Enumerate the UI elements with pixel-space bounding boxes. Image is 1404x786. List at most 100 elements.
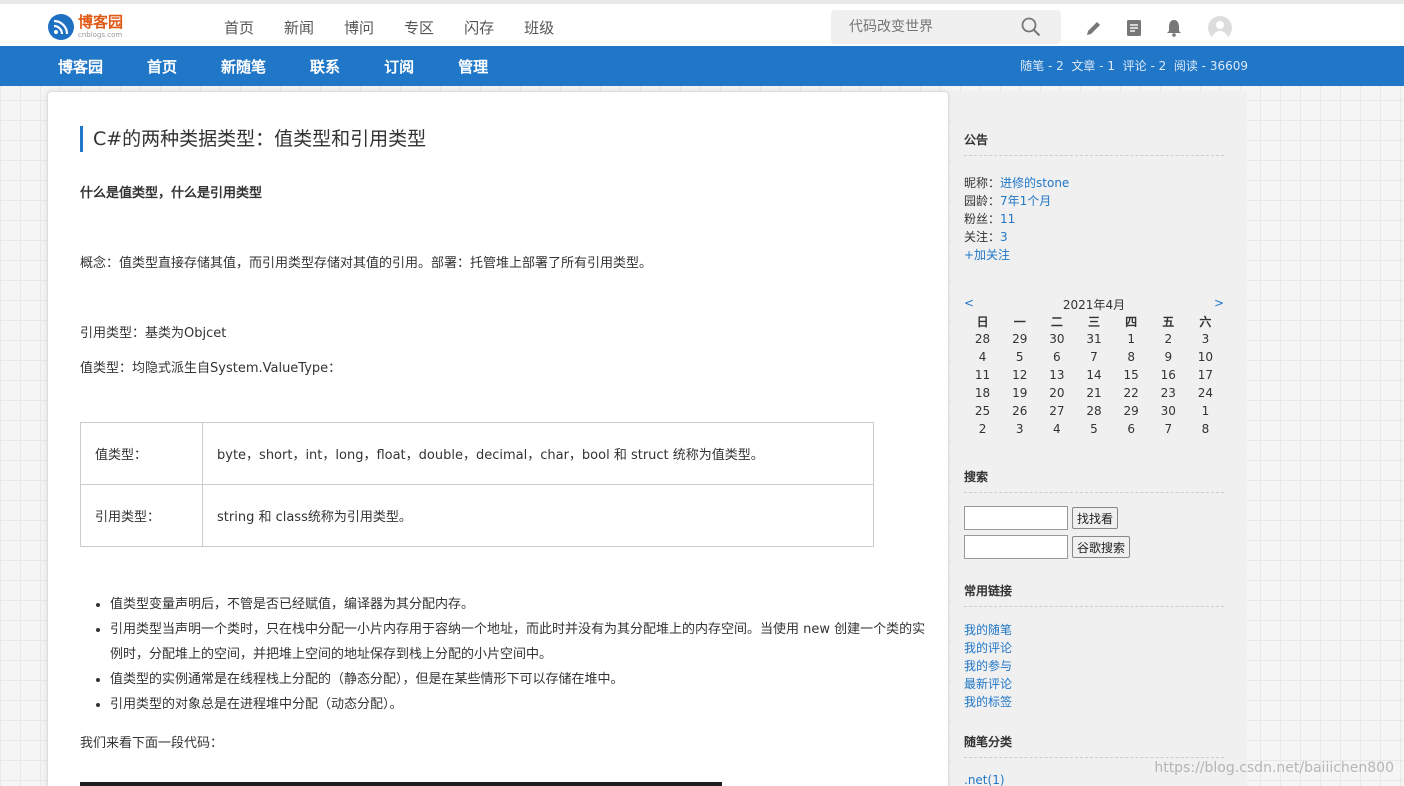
calendar-day: 9 xyxy=(1164,350,1173,364)
calendar-day: 7 xyxy=(1090,350,1098,364)
profile-age: 园龄：7年1个月 xyxy=(964,192,1051,210)
link-my-participation[interactable]: 我的参与 xyxy=(964,659,1012,673)
calendar-day: 28 xyxy=(974,332,991,346)
post-card: C#的两种类据类型：值类型和引用类型 什么是值类型，什么是引用类型 概念：值类型… xyxy=(47,91,949,786)
sidebar: 公告 昵称：进修的stone 园龄：7年1个月 粉丝：11 关注：3 +加关注 … xyxy=(951,91,1247,786)
calendar-day: 5 xyxy=(1090,422,1098,436)
blog-nav-new-post[interactable]: 新随笔 xyxy=(221,56,266,77)
list-item: 值类型的实例通常是在线程栈上分配的（静态分配），但是在某些情形下可以存储在堆中。 xyxy=(110,667,930,692)
avatar[interactable] xyxy=(1208,16,1232,40)
category-link[interactable]: .net(1) xyxy=(964,771,1005,786)
calendar-day: 30 xyxy=(1049,332,1065,346)
site-nav-home[interactable]: 首页 xyxy=(224,17,254,38)
google-search-button[interactable]: 谷歌搜索 xyxy=(1072,536,1131,558)
weekday: 五 xyxy=(1162,314,1175,329)
follow-link[interactable]: +加关注 xyxy=(964,246,1010,264)
calendar-day: 7 xyxy=(1164,422,1173,436)
profile-label: 粉丝： xyxy=(964,212,1001,226)
calendar-day: 2 xyxy=(978,422,987,436)
calendar-day: 17 xyxy=(1197,368,1214,382)
calendar-day: 14 xyxy=(1086,368,1102,382)
document-icon[interactable] xyxy=(1124,18,1144,38)
links-title: 常用链接 xyxy=(964,584,1013,598)
table-cell-label: 引用类型： xyxy=(80,484,203,547)
site-logo[interactable]: 博客园 cnblogs.com xyxy=(48,12,123,42)
watermark: https://blog.csdn.net/baiiichen800 xyxy=(1154,760,1394,776)
calendar-week: 11 12 13 14 15 16 17 xyxy=(964,366,1224,384)
post-concept: 概念：值类型直接存储其值，而引用类型存储对其值的引用。部署：托管堆上部署了所有引… xyxy=(80,256,653,271)
table-row: 值类型： byte，short，int，long，float，double，de… xyxy=(80,422,874,485)
calendar-next-button[interactable]: > xyxy=(1214,296,1224,312)
calendar-day: 13 xyxy=(1049,368,1065,382)
post-val-base: 值类型：均隐式派生自System.ValueType： xyxy=(80,361,342,376)
blog-nav-cnblogs[interactable]: 博客园 xyxy=(58,56,103,77)
table-row: 引用类型： string 和 class统称为引用类型。 xyxy=(80,484,874,547)
calendar-day: 11 xyxy=(974,368,991,382)
blog-nav-home[interactable]: 首页 xyxy=(147,56,177,77)
calendar-day: 6 xyxy=(1053,350,1061,364)
weekday: 二 xyxy=(1050,314,1063,329)
weekday: 三 xyxy=(1087,314,1100,329)
table-cell-value: string 和 class统称为引用类型。 xyxy=(202,484,874,547)
calendar-day: 22 xyxy=(1123,386,1139,400)
site-nav-ask[interactable]: 博问 xyxy=(344,17,374,38)
table-cell-label: 值类型： xyxy=(80,422,203,485)
calendar-days: 28 29 30 31 1 2 3 4 5 6 7 8 9 10 11 12 13 14 15 16 17 18 19 20 2… xyxy=(964,330,1224,438)
site-topbar: 博客园 cnblogs.com 首页 新闻 博问 专区 闪存 班级 xyxy=(0,0,1404,46)
logo-text: 博客园 xyxy=(78,13,124,31)
calendar-day: 20 xyxy=(1049,386,1065,400)
search-button[interactable]: 找找看 xyxy=(1072,507,1119,529)
calendar-day: 2 xyxy=(1164,332,1173,346)
calendar-week: 28 29 30 31 1 2 3 xyxy=(964,330,1224,348)
profile-age-link[interactable]: 7年1个月 xyxy=(1000,194,1051,208)
search-icon[interactable] xyxy=(1021,17,1041,41)
post-title[interactable]: C#的两种类据类型：值类型和引用类型 xyxy=(80,126,426,152)
calendar-day: 12 xyxy=(1012,368,1028,382)
weekday: 四 xyxy=(1125,314,1138,329)
list-item: 引用类型的对象总是在进程堆中分配（动态分配）。 xyxy=(110,692,930,717)
blog-nav-subscribe[interactable]: 订阅 xyxy=(384,56,414,77)
list-item: 值类型变量声明后，不管是否已经赋值，编译器为其分配内存。 xyxy=(110,592,930,617)
blog-search-input[interactable] xyxy=(964,506,1068,530)
profile-fans-link[interactable]: 11 xyxy=(1000,212,1015,226)
link-latest-comments[interactable]: 最新评论 xyxy=(964,677,1012,691)
calendar-day: 23 xyxy=(1160,386,1176,400)
weekday: 六 xyxy=(1199,314,1212,329)
site-nav-news[interactable]: 新闻 xyxy=(284,17,314,38)
link-my-tags[interactable]: 我的标签 xyxy=(964,695,1012,709)
calendar-day: 5 xyxy=(1015,350,1024,364)
calendar-week: 2 3 4 5 6 7 8 xyxy=(964,420,1224,438)
site-nav-class[interactable]: 班级 xyxy=(524,17,554,38)
calendar-day: 26 xyxy=(1012,404,1028,418)
blog-nav-manage[interactable]: 管理 xyxy=(458,56,488,77)
table-cell-value: byte，short，int，long，float，double，decimal… xyxy=(202,422,874,485)
link-my-comments[interactable]: 我的评论 xyxy=(964,641,1012,655)
site-nav-zone[interactable]: 专区 xyxy=(404,17,434,38)
divider xyxy=(964,757,1224,758)
site-search xyxy=(831,10,1061,44)
calendar-day: 30 xyxy=(1160,404,1176,418)
calendar-day: 10 xyxy=(1197,350,1214,364)
calendar-prev-button[interactable]: < xyxy=(964,296,974,312)
rss-logo-icon xyxy=(48,14,74,40)
profile-following-link[interactable]: 3 xyxy=(1000,230,1008,244)
blog-nav-contact[interactable]: 联系 xyxy=(310,56,340,77)
google-search-input[interactable] xyxy=(964,535,1068,559)
link-my-posts[interactable]: 我的随笔 xyxy=(964,623,1012,637)
calendar-day: 28 xyxy=(1086,404,1102,418)
calendar-day: 3 xyxy=(1015,422,1024,436)
calendar: < 2021年4月 > 日 一 二 三 四 五 六 28 29 30 31 1 2 3 4 5 6… xyxy=(964,296,1224,438)
site-search-input[interactable] xyxy=(831,10,1011,44)
bell-icon[interactable] xyxy=(1164,18,1184,38)
site-nav-flash[interactable]: 闪存 xyxy=(464,17,494,38)
profile-nickname-link[interactable]: 进修的stone xyxy=(1000,176,1069,190)
post-heading: 什么是值类型，什么是引用类型 xyxy=(80,186,263,201)
search-title: 搜索 xyxy=(964,470,989,484)
calendar-day: 16 xyxy=(1160,368,1176,382)
profile-following: 关注：3 xyxy=(964,228,1008,246)
profile-fans: 粉丝：11 xyxy=(964,210,1015,228)
post-ref-base: 引用类型：基类为Objcet xyxy=(80,326,227,341)
pencil-icon[interactable] xyxy=(1084,18,1104,38)
calendar-week: 4 5 6 7 8 9 10 xyxy=(964,348,1224,366)
calendar-day: 15 xyxy=(1123,368,1139,382)
